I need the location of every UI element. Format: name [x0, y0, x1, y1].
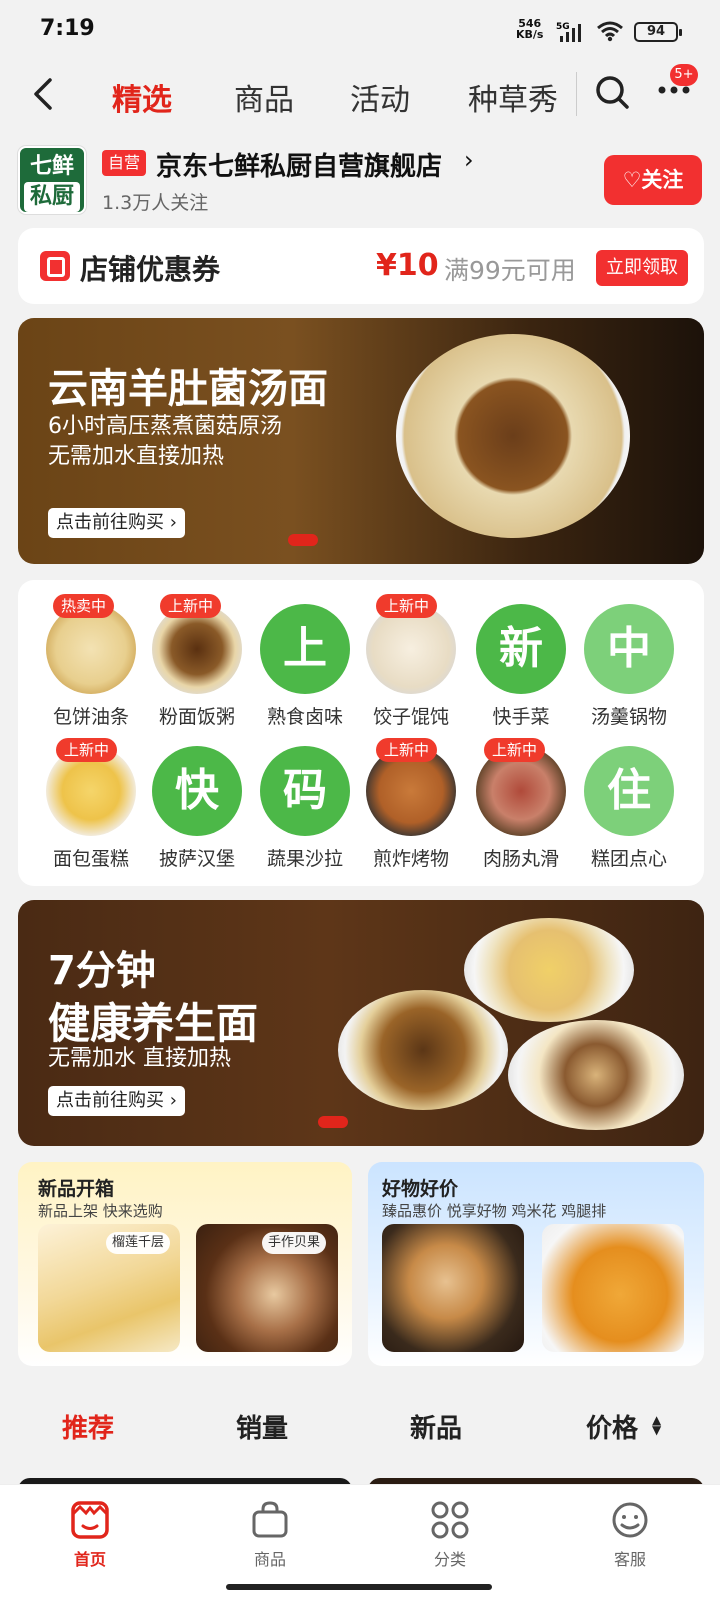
claim-coupon-button[interactable]: 立即领取: [596, 250, 688, 286]
signal-icon: 5G: [556, 22, 581, 42]
tab-products[interactable]: 商品: [234, 75, 294, 119]
tab-featured[interactable]: 精选: [112, 75, 172, 119]
banner-subtitle: 无需加水直接加热: [48, 444, 225, 469]
nav-service-label[interactable]: 客服: [590, 1546, 670, 1570]
category-tag: 上新中: [56, 738, 118, 762]
banner-title: 云南羊肚菌汤面: [48, 366, 328, 412]
banner-subtitle: 无需加水 直接加热: [48, 1046, 231, 1071]
tab-divider: [576, 72, 577, 116]
sort-recommended[interactable]: 推荐: [62, 1408, 114, 1445]
sort-arrows-icon: ▲ ▼: [652, 1413, 662, 1437]
chevron-right-icon[interactable]: ›: [464, 146, 474, 174]
svg-text:5G: 5G: [556, 22, 570, 32]
message-badge: 5+: [670, 64, 698, 86]
nav-products-label[interactable]: 商品: [230, 1546, 310, 1570]
category-tag: 上新中: [484, 738, 546, 762]
store-name[interactable]: 京东七鲜私厨自营旗舰店: [156, 146, 442, 183]
noodle-bowl-image: [396, 334, 630, 538]
store-logo[interactable]: 七鲜 私厨: [18, 146, 86, 214]
category-label[interactable]: 快手菜: [466, 702, 576, 729]
banner-title: 7分钟: [48, 948, 156, 994]
network-speed: 546 KB/s: [516, 17, 544, 41]
promo-title: 好物好价: [382, 1178, 459, 1200]
search-icon[interactable]: [592, 72, 632, 112]
category-label[interactable]: 粉面饭粥: [142, 702, 252, 729]
buy-now-button[interactable]: 点击前往购买 ›: [48, 1086, 185, 1116]
follow-button[interactable]: ♡关注: [604, 155, 702, 205]
noodle-bowl-image: [338, 990, 508, 1110]
sort-sales[interactable]: 销量: [236, 1408, 288, 1445]
promo-title: 新品开箱: [38, 1178, 115, 1200]
product-image[interactable]: [382, 1224, 524, 1352]
category-tag: 上新中: [160, 594, 222, 618]
back-icon[interactable]: [28, 74, 58, 114]
customer-service-icon[interactable]: [610, 1500, 650, 1540]
status-time: 7:19: [40, 16, 95, 41]
product-tag: 榴莲千层: [106, 1232, 171, 1254]
category-item[interactable]: 住: [584, 746, 674, 836]
product-image[interactable]: [542, 1224, 684, 1352]
category-label[interactable]: 汤羹锅物: [574, 702, 684, 729]
category-label[interactable]: 披萨汉堡: [142, 844, 252, 871]
wifi-icon: [597, 21, 623, 42]
category-item[interactable]: 快: [152, 746, 242, 836]
battery-indicator: 94: [634, 22, 682, 42]
category-item[interactable]: 中: [584, 604, 674, 694]
follower-count: 1.3万人关注: [102, 192, 209, 214]
category-tag: 热卖中: [53, 594, 115, 618]
category-label[interactable]: 煎炸烤物: [356, 844, 466, 871]
category-item[interactable]: 新: [476, 604, 566, 694]
category-label[interactable]: 饺子馄饨: [356, 702, 466, 729]
category-label[interactable]: 包饼油条: [36, 702, 146, 729]
coupon-condition: 满99元可用: [444, 256, 576, 285]
home-icon[interactable]: [70, 1500, 110, 1540]
category-label[interactable]: 熟食卤味: [250, 702, 360, 729]
noodle-bowl-image: [508, 1020, 684, 1130]
coupon-amount: ¥10: [376, 248, 439, 283]
category-icon[interactable]: [430, 1500, 470, 1540]
sort-new[interactable]: 新品: [410, 1408, 462, 1445]
heart-icon: ♡: [622, 168, 642, 192]
sort-price[interactable]: 价格: [586, 1408, 638, 1445]
nav-home-label[interactable]: 首页: [50, 1546, 130, 1570]
self-operated-tag: 自营: [102, 150, 147, 176]
carousel-indicator: [318, 1116, 348, 1128]
shopping-bag-icon[interactable]: [250, 1500, 290, 1540]
banner-subtitle: 6小时高压蒸煮菌菇原汤: [48, 414, 282, 439]
nav-category-label[interactable]: 分类: [410, 1546, 490, 1570]
category-label[interactable]: 面包蛋糕: [36, 844, 146, 871]
category-item[interactable]: 码: [260, 746, 350, 836]
coupon-title: 店铺优惠券: [80, 253, 221, 286]
tab-activities[interactable]: 活动: [350, 75, 410, 119]
category-tag: 上新中: [376, 594, 438, 618]
promo-subtitle: 臻品惠价 悦享好物 鸡米花 鸡腿排: [382, 1202, 607, 1220]
category-tag: 上新中: [376, 738, 438, 762]
home-indicator: [226, 1584, 492, 1590]
product-tag: 手作贝果: [262, 1232, 327, 1254]
noodle-bowl-image: [464, 918, 634, 1022]
category-label[interactable]: 糕团点心: [574, 844, 684, 871]
coupon-icon: [40, 251, 70, 281]
category-item[interactable]: 上: [260, 604, 350, 694]
carousel-indicator: [288, 534, 318, 546]
promo-subtitle: 新品上架 快来选购: [38, 1202, 163, 1220]
category-label[interactable]: 肉肠丸滑: [466, 844, 576, 871]
category-label[interactable]: 蔬果沙拉: [250, 844, 360, 871]
buy-now-button[interactable]: 点击前往购买 ›: [48, 508, 185, 538]
tab-showcase[interactable]: 种草秀: [468, 75, 558, 119]
